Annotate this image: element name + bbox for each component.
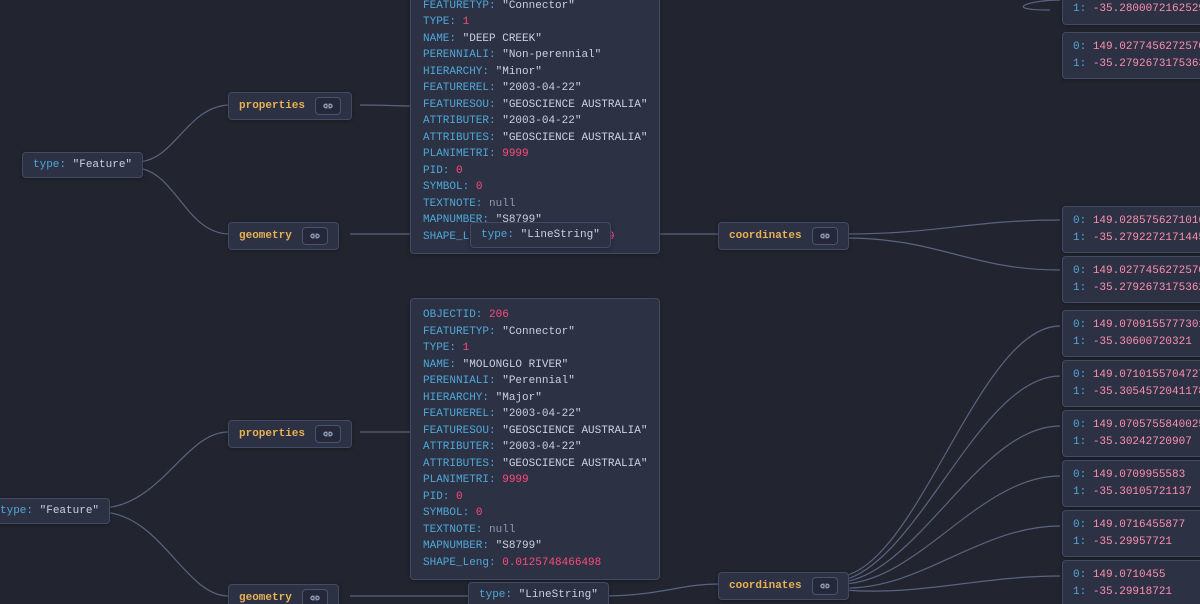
prop-row: TYPE: 1: [423, 14, 647, 31]
prop-row: HIERARCHY: "Minor": [423, 64, 647, 81]
prop-row: OBJECTID: 206: [423, 307, 647, 324]
coord-pair[interactable]: 0: 149.07104551: -35.29918721: [1062, 560, 1200, 604]
prop-row: FEATURESOU: "GEOSCIENCE AUSTRALIA": [423, 97, 647, 114]
link-icon[interactable]: [315, 425, 341, 443]
prop-row: SHAPE_Leng: 0.0125748466498: [423, 555, 647, 572]
prop-row: PLANIMETRI: 9999: [423, 472, 647, 489]
coord-pair-partial[interactable]: 1: -35.28000721625299: [1062, 0, 1200, 25]
coord-pair-crumb[interactable]: 0: 149.0277456272570 1: -35.279267317536…: [1062, 32, 1200, 79]
prop-row: FEATUREREL: "2003-04-22": [423, 80, 647, 97]
properties-panel-2[interactable]: OBJECTID: 206FEATURETYP: "Connector"TYPE…: [410, 298, 660, 580]
prop-row: NAME: "DEEP CREEK": [423, 31, 647, 48]
prop-row: PERENNIALI: "Perennial": [423, 373, 647, 390]
coord-pair[interactable]: 0: 149.07091557773011: -35.30600720321: [1062, 310, 1200, 357]
prop-row: PID: 0: [423, 489, 647, 506]
feature-root-1[interactable]: type: "Feature": [22, 152, 143, 178]
prop-row: TEXTNOTE: null: [423, 522, 647, 539]
coord-pair[interactable]: 0: 149.02774562725701: -35.2792673175362…: [1062, 256, 1200, 303]
prop-row: PERENNIALI: "Non-perennial": [423, 47, 647, 64]
link-icon[interactable]: [315, 97, 341, 115]
coord-pair[interactable]: 0: 149.07057558400251: -35.30242720907: [1062, 410, 1200, 457]
link-icon[interactable]: [302, 227, 328, 245]
prop-row: SYMBOL: 0: [423, 505, 647, 522]
coord-pair[interactable]: 0: 149.02857562710161: -35.2792272171445…: [1062, 206, 1200, 253]
geometry-pill-2[interactable]: geometry: [228, 584, 339, 604]
coord-pair[interactable]: 0: 149.07164558771: -35.29957721: [1062, 510, 1200, 557]
geometry-pill-1[interactable]: geometry: [228, 222, 339, 250]
link-icon[interactable]: [812, 227, 838, 245]
prop-row: FEATURETYP: "Connector": [423, 0, 647, 14]
prop-row: ATTRIBUTES: "GEOSCIENCE AUSTRALIA": [423, 130, 647, 147]
properties-pill-2[interactable]: properties: [228, 420, 352, 448]
properties-pill-1[interactable]: properties: [228, 92, 352, 120]
link-icon[interactable]: [812, 577, 838, 595]
prop-row: SYMBOL: 0: [423, 179, 647, 196]
coord-pair[interactable]: 0: 149.07101557047271: -35.3054572041178…: [1062, 360, 1200, 407]
prop-row: PID: 0: [423, 163, 647, 180]
prop-row: ATTRIBUTER: "2003-04-22": [423, 439, 647, 456]
coordinates-pill-1[interactable]: coordinates: [718, 222, 849, 250]
geom-type-1[interactable]: type: "LineString": [470, 222, 611, 248]
prop-row: NAME: "MOLONGLO RIVER": [423, 357, 647, 374]
coord-pair[interactable]: 0: 149.07099555831: -35.30105721137: [1062, 460, 1200, 507]
link-icon[interactable]: [302, 589, 328, 604]
prop-row: ATTRIBUTES: "GEOSCIENCE AUSTRALIA": [423, 456, 647, 473]
prop-row: FEATUREREL: "2003-04-22": [423, 406, 647, 423]
properties-panel-1[interactable]: OBJECTID: 205FEATURETYP: "Connector"TYPE…: [410, 0, 660, 254]
prop-row: FEATURESOU: "GEOSCIENCE AUSTRALIA": [423, 423, 647, 440]
prop-row: TEXTNOTE: null: [423, 196, 647, 213]
geom-type-2[interactable]: type: "LineString": [468, 582, 609, 604]
prop-row: MAPNUMBER: "S8799": [423, 538, 647, 555]
coordinates-pill-2[interactable]: coordinates: [718, 572, 849, 600]
prop-row: TYPE: 1: [423, 340, 647, 357]
prop-row: HIERARCHY: "Major": [423, 390, 647, 407]
prop-row: PLANIMETRI: 9999: [423, 146, 647, 163]
prop-row: FEATURETYP: "Connector": [423, 324, 647, 341]
prop-row: ATTRIBUTER: "2003-04-22": [423, 113, 647, 130]
feature-root-2[interactable]: type: "Feature": [0, 498, 110, 524]
